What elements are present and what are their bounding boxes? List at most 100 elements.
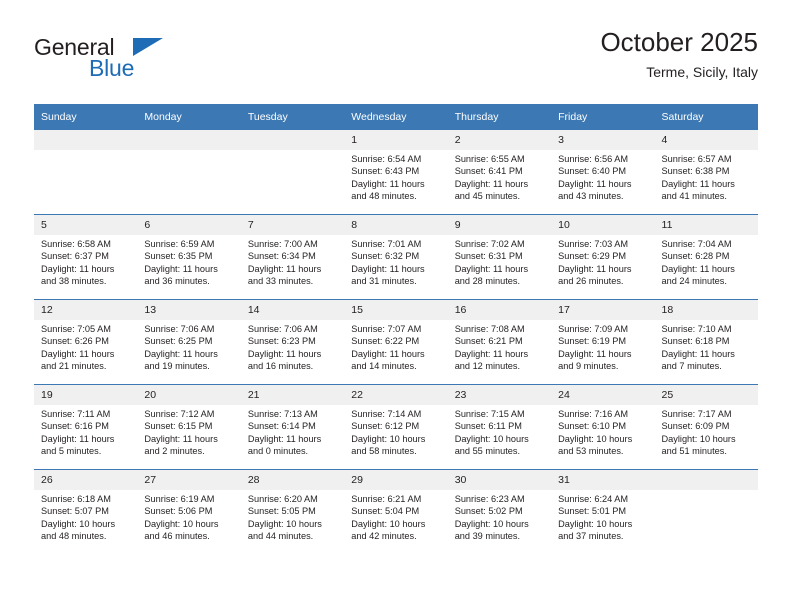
calendar-day-cell[interactable]: 29 Sunrise: 6:21 AM Sunset: 5:04 PM Dayligh… bbox=[344, 469, 448, 554]
calendar-day-cell[interactable]: 17 Sunrise: 7:09 AM Sunset: 6:19 PM Dayligh… bbox=[551, 299, 655, 385]
daylight-text-line2: and 43 minutes. bbox=[558, 191, 624, 202]
daylight-text-line1: Daylight: 10 hours bbox=[41, 518, 116, 529]
day-sun-info: Sunrise: 7:06 AM Sunset: 6:25 PM Daylight:… bbox=[137, 320, 240, 373]
day-number: 28 bbox=[240, 470, 345, 490]
daylight-text-line2: and 5 minutes. bbox=[41, 446, 102, 457]
calendar-day-cell[interactable]: 31 Sunrise: 6:24 AM Sunset: 5:01 PM Dayligh… bbox=[551, 469, 655, 554]
calendar-day-cell[interactable]: 16 Sunrise: 7:08 AM Sunset: 6:21 PM Dayligh… bbox=[447, 299, 552, 385]
day-sun-info: Sunrise: 6:57 AM Sunset: 6:38 PM Daylight:… bbox=[655, 150, 758, 203]
sunset-text: Sunset: 6:34 PM bbox=[247, 251, 316, 262]
sunset-text: Sunset: 5:06 PM bbox=[144, 506, 213, 517]
daylight-text-line2: and 42 minutes. bbox=[351, 531, 417, 542]
logo-general-blue[interactable]: General Blue bbox=[34, 34, 234, 90]
daylight-text-line1: Daylight: 11 hours bbox=[558, 348, 632, 359]
calendar-day-cell-empty bbox=[137, 130, 241, 215]
weekday-header-thursday: Thursday bbox=[447, 104, 552, 130]
calendar-day-cell[interactable]: 4 Sunrise: 6:57 AM Sunset: 6:38 PM Daylight… bbox=[654, 130, 758, 215]
calendar-day-cell[interactable]: 13 Sunrise: 7:06 AM Sunset: 6:25 PM Dayligh… bbox=[137, 299, 241, 385]
calendar-day-cell[interactable]: 27 Sunrise: 6:19 AM Sunset: 5:06 PM Dayligh… bbox=[137, 469, 241, 554]
calendar-day-cell-empty bbox=[240, 130, 345, 215]
calendar-day-cell[interactable]: 24 Sunrise: 7:16 AM Sunset: 6:10 PM Dayligh… bbox=[551, 384, 655, 470]
day-number: 20 bbox=[137, 385, 241, 405]
daylight-text-line2: and 21 minutes. bbox=[41, 361, 107, 372]
daylight-text-line2: and 48 minutes. bbox=[351, 191, 417, 202]
day-sun-info: Sunrise: 6:24 AM Sunset: 5:01 PM Daylight:… bbox=[551, 490, 654, 543]
daylight-text-line2: and 58 minutes. bbox=[351, 446, 417, 457]
daylight-text-line2: and 36 minutes. bbox=[144, 276, 210, 287]
calendar-day-cell[interactable]: 9 Sunrise: 7:02 AM Sunset: 6:31 PM Daylight… bbox=[447, 214, 552, 300]
calendar-day-cell[interactable]: 12 Sunrise: 7:05 AM Sunset: 6:26 PM Dayligh… bbox=[34, 299, 138, 385]
calendar-day-cell[interactable]: 18 Sunrise: 7:10 AM Sunset: 6:18 PM Dayligh… bbox=[654, 299, 758, 385]
calendar-table: Sunday Monday Tuesday Wednesday Thursday… bbox=[34, 104, 758, 554]
day-sun-info: Sunrise: 6:21 AM Sunset: 5:04 PM Daylight:… bbox=[344, 490, 447, 543]
daylight-text-line2: and 7 minutes. bbox=[661, 361, 722, 372]
calendar-day-cell[interactable]: 14 Sunrise: 7:06 AM Sunset: 6:23 PM Dayligh… bbox=[240, 299, 345, 385]
daylight-text-line2: and 39 minutes. bbox=[454, 531, 521, 542]
day-number bbox=[34, 130, 138, 150]
daylight-text-line1: Daylight: 11 hours bbox=[351, 178, 425, 189]
calendar-body: 1 Sunrise: 6:54 AM Sunset: 6:43 PM Daylight… bbox=[34, 130, 758, 554]
calendar-day-cell[interactable]: 5 Sunrise: 6:58 AM Sunset: 6:37 PM Daylight… bbox=[34, 214, 138, 300]
calendar-day-cell[interactable]: 23 Sunrise: 7:15 AM Sunset: 6:11 PM Dayligh… bbox=[447, 384, 552, 470]
sunrise-text: Sunrise: 7:07 AM bbox=[351, 324, 422, 334]
day-number: 25 bbox=[654, 385, 758, 405]
sunrise-text: Sunrise: 7:04 AM bbox=[661, 239, 732, 249]
daylight-text-line1: Daylight: 11 hours bbox=[144, 433, 218, 444]
calendar-day-cell[interactable]: 28 Sunrise: 6:20 AM Sunset: 5:05 PM Dayligh… bbox=[240, 469, 345, 554]
daylight-text-line1: Daylight: 10 hours bbox=[661, 433, 736, 444]
day-sun-info: Sunrise: 6:18 AM Sunset: 5:07 PM Daylight:… bbox=[34, 490, 137, 543]
sunset-text: Sunset: 6:19 PM bbox=[558, 336, 627, 347]
day-sun-info: Sunrise: 7:08 AM Sunset: 6:21 PM Daylight:… bbox=[448, 320, 551, 373]
calendar-day-cell[interactable]: 10 Sunrise: 7:03 AM Sunset: 6:29 PM Dayligh… bbox=[551, 214, 655, 300]
daylight-text-line1: Daylight: 11 hours bbox=[351, 348, 425, 359]
sunrise-text: Sunrise: 6:21 AM bbox=[351, 494, 422, 504]
day-number: 24 bbox=[551, 385, 655, 405]
page-subtitle: Terme, Sicily, Italy bbox=[646, 64, 758, 80]
daylight-text-line1: Daylight: 11 hours bbox=[661, 263, 735, 274]
calendar-page: General Blue October 2025 Terme, Sicily,… bbox=[0, 0, 792, 612]
calendar-day-cell[interactable]: 3 Sunrise: 6:56 AM Sunset: 6:40 PM Daylight… bbox=[551, 130, 655, 215]
page-title: October 2025 bbox=[600, 27, 758, 57]
sunrise-text: Sunrise: 6:19 AM bbox=[144, 494, 215, 504]
daylight-text-line2: and 31 minutes. bbox=[351, 276, 417, 287]
calendar-day-cell[interactable]: 30 Sunrise: 6:23 AM Sunset: 5:02 PM Dayligh… bbox=[447, 469, 552, 554]
sunset-text: Sunset: 5:07 PM bbox=[41, 506, 109, 517]
calendar-day-cell[interactable]: 15 Sunrise: 7:07 AM Sunset: 6:22 PM Dayligh… bbox=[344, 299, 448, 385]
calendar-day-cell[interactable]: 6 Sunrise: 6:59 AM Sunset: 6:35 PM Daylight… bbox=[137, 214, 241, 300]
day-number: 26 bbox=[34, 470, 138, 490]
sunrise-text: Sunrise: 6:23 AM bbox=[454, 494, 525, 504]
daylight-text-line1: Daylight: 11 hours bbox=[41, 433, 115, 444]
day-number: 15 bbox=[344, 300, 448, 320]
day-number: 18 bbox=[654, 300, 758, 320]
day-number: 2 bbox=[447, 130, 552, 150]
sunrise-text: Sunrise: 6:18 AM bbox=[41, 494, 111, 504]
calendar-day-cell[interactable]: 22 Sunrise: 7:14 AM Sunset: 6:12 PM Dayligh… bbox=[344, 384, 448, 470]
day-number: 27 bbox=[137, 470, 241, 490]
calendar-day-cell[interactable]: 19 Sunrise: 7:11 AM Sunset: 6:16 PM Dayligh… bbox=[34, 384, 138, 470]
calendar-day-cell[interactable]: 1 Sunrise: 6:54 AM Sunset: 6:43 PM Daylight… bbox=[344, 130, 448, 215]
daylight-text-line2: and 33 minutes. bbox=[247, 276, 314, 287]
daylight-text-line2: and 41 minutes. bbox=[661, 191, 727, 202]
sunset-text: Sunset: 5:01 PM bbox=[558, 506, 627, 517]
calendar-day-cell[interactable]: 20 Sunrise: 7:12 AM Sunset: 6:15 PM Dayligh… bbox=[137, 384, 241, 470]
daylight-text-line2: and 37 minutes. bbox=[558, 531, 624, 542]
calendar-day-cell[interactable]: 8 Sunrise: 7:01 AM Sunset: 6:32 PM Daylight… bbox=[344, 214, 448, 300]
calendar-day-cell[interactable]: 2 Sunrise: 6:55 AM Sunset: 6:41 PM Daylight… bbox=[447, 130, 552, 215]
daylight-text-line2: and 55 minutes. bbox=[454, 446, 521, 457]
sunset-text: Sunset: 6:35 PM bbox=[144, 251, 213, 262]
daylight-text-line1: Daylight: 10 hours bbox=[454, 518, 529, 529]
daylight-text-line2: and 2 minutes. bbox=[144, 446, 205, 457]
sunset-text: Sunset: 6:18 PM bbox=[661, 336, 730, 347]
calendar-day-cell[interactable]: 25 Sunrise: 7:17 AM Sunset: 6:09 PM Dayligh… bbox=[654, 384, 758, 470]
calendar-day-cell[interactable]: 26 Sunrise: 6:18 AM Sunset: 5:07 PM Dayligh… bbox=[34, 469, 138, 554]
daylight-text-line1: Daylight: 10 hours bbox=[144, 518, 219, 529]
daylight-text-line1: Daylight: 10 hours bbox=[351, 518, 426, 529]
calendar-day-cell[interactable]: 21 Sunrise: 7:13 AM Sunset: 6:14 PM Dayligh… bbox=[240, 384, 345, 470]
day-sun-info: Sunrise: 7:10 AM Sunset: 6:18 PM Daylight:… bbox=[655, 320, 758, 373]
calendar-day-cell[interactable]: 11 Sunrise: 7:04 AM Sunset: 6:28 PM Dayligh… bbox=[654, 214, 758, 300]
daylight-text-line1: Daylight: 11 hours bbox=[454, 348, 529, 359]
logo-text-blue: Blue bbox=[89, 55, 135, 81]
calendar-day-cell[interactable]: 7 Sunrise: 7:00 AM Sunset: 6:34 PM Daylight… bbox=[240, 214, 345, 300]
daylight-text-line1: Daylight: 10 hours bbox=[454, 433, 529, 444]
day-number bbox=[137, 130, 241, 150]
